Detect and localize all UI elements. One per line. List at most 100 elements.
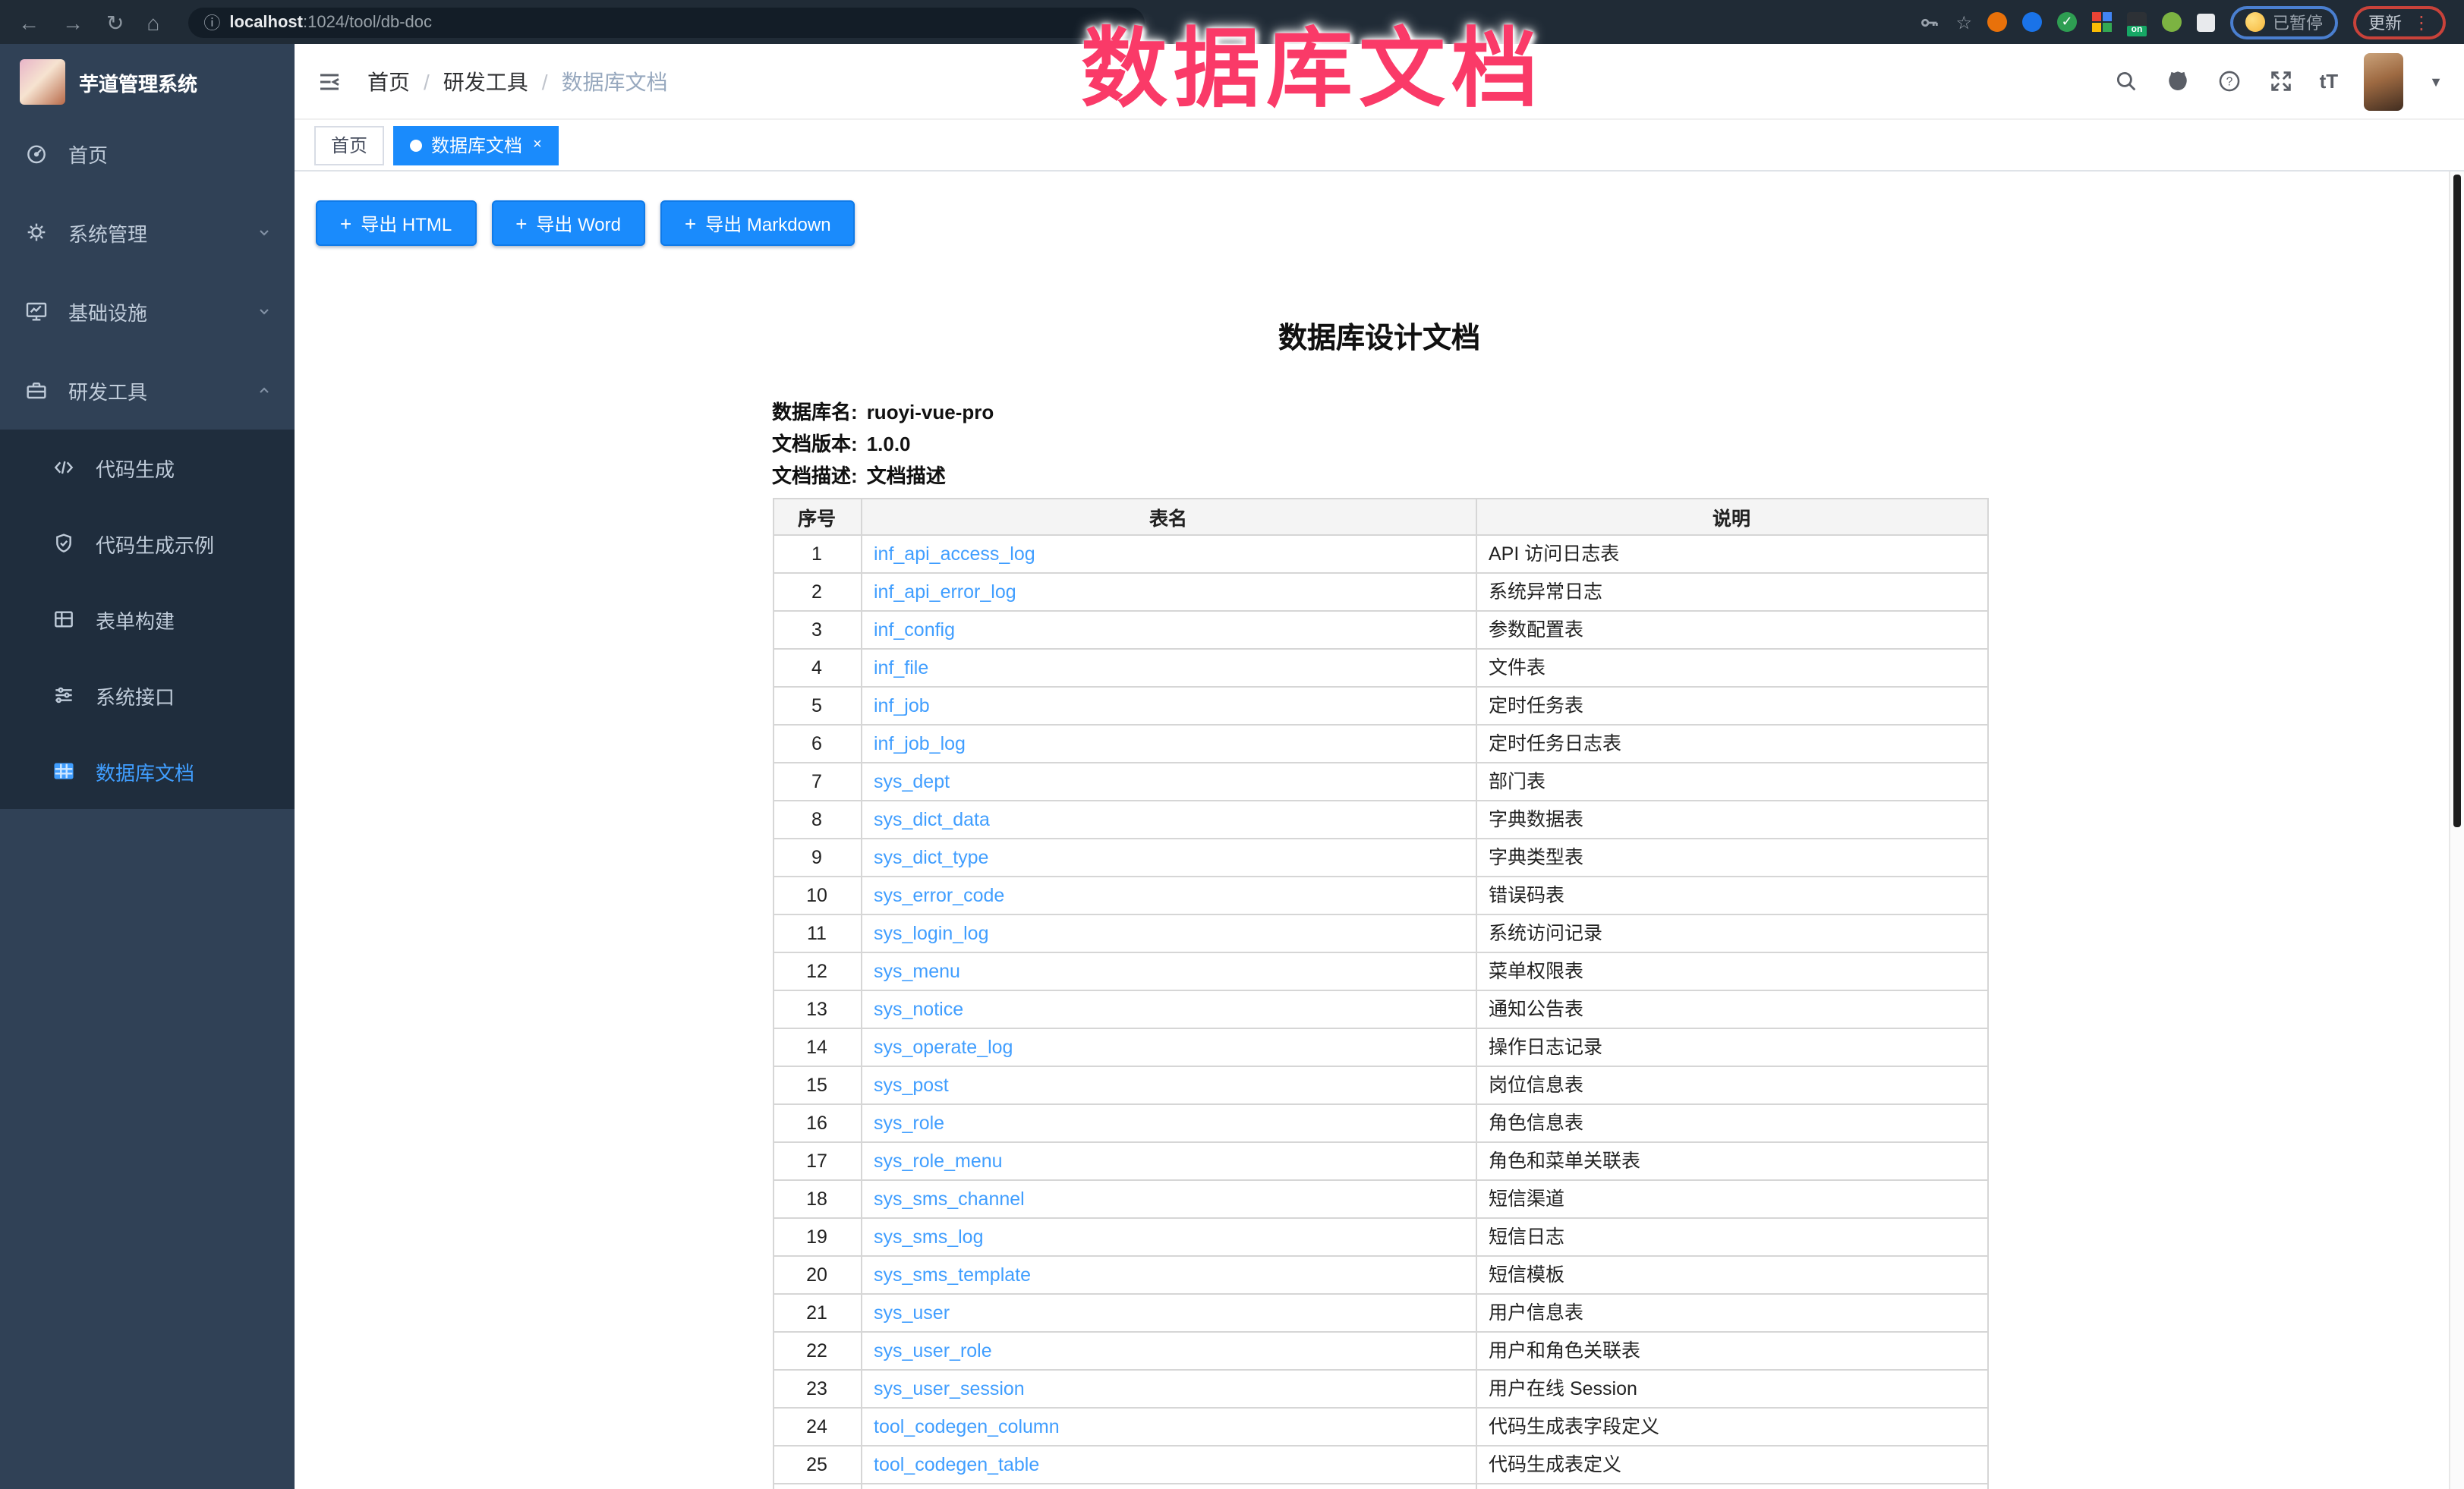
table-link[interactable]: sys_dept	[874, 771, 950, 792]
meta-value: 1.0.0	[867, 428, 911, 460]
browser-update-button[interactable]: 更新 ⋮	[2353, 5, 2446, 39]
browser-reload-button[interactable]: ↻	[106, 11, 124, 33]
table-link[interactable]: inf_config	[874, 619, 955, 641]
github-icon[interactable]	[2165, 68, 2191, 94]
paused-extension-badge[interactable]: 已暂停	[2230, 5, 2338, 39]
sidebar-item-form-builder[interactable]: 表单构建	[0, 581, 295, 657]
page-scrollbar-track[interactable]	[2449, 172, 2464, 1489]
table-link[interactable]: sys_menu	[874, 961, 960, 982]
table-link[interactable]: inf_api_access_log	[874, 543, 1035, 565]
extensions-puzzle-icon[interactable]	[2197, 13, 2215, 31]
table-row: 2inf_api_error_log系统异常日志	[773, 573, 1987, 611]
site-info-icon[interactable]: ⓘ	[203, 10, 220, 34]
sidebar-item-label: 表单构建	[96, 605, 175, 634]
table-header-row: 序号 表名 说明	[773, 499, 1987, 535]
tab-home[interactable]: 首页	[314, 125, 384, 165]
sidebar-fold-icon[interactable]	[316, 68, 343, 95]
doc-meta: 数据库名:ruoyi-vue-pro 文档版本:1.0.0 文档描述:文档描述	[772, 396, 1987, 492]
export-markdown-button[interactable]: + 导出 Markdown	[660, 200, 855, 246]
table-link[interactable]: sys_login_log	[874, 923, 989, 944]
sidebar-item-label: 基础设施	[68, 297, 147, 326]
browser-back-button[interactable]: ←	[18, 11, 39, 33]
table-link[interactable]: inf_job_log	[874, 733, 966, 754]
browser-forward-button[interactable]: →	[62, 11, 83, 33]
table-link[interactable]: sys_error_code	[874, 885, 1004, 906]
sidebar-item-label: 系统管理	[68, 218, 147, 247]
bookmark-star-icon[interactable]: ☆	[1955, 13, 1972, 31]
search-icon[interactable]	[2113, 68, 2139, 94]
sidebar-item-infrastructure[interactable]: 基础设施	[0, 272, 295, 351]
table-link[interactable]: sys_post	[874, 1075, 949, 1096]
font-size-icon[interactable]: tT	[2320, 70, 2339, 93]
breadcrumb-home[interactable]: 首页	[367, 66, 410, 96]
shield-check-icon	[52, 531, 76, 556]
table-row: 19sys_sms_log短信日志	[773, 1218, 1987, 1256]
browser-actions: ☆ ✓ on 已暂停 更新 ⋮	[1919, 5, 2446, 39]
table-link[interactable]: sys_sms_channel	[874, 1188, 1025, 1210]
password-key-icon[interactable]	[1919, 11, 1940, 33]
fullscreen-icon[interactable]	[2268, 68, 2294, 94]
browser-extension-icon[interactable]	[2162, 12, 2182, 32]
table-link[interactable]: sys_operate_log	[874, 1037, 1013, 1058]
sidebar-submenu-dev-tools: 代码生成 代码生成示例 表单构建 系统接口 数据库文档	[0, 430, 295, 809]
sidebar-item-system[interactable]: 系统管理	[0, 193, 295, 272]
table-row: 11sys_login_log系统访问记录	[773, 914, 1987, 952]
browser-extension-icon[interactable]	[2022, 12, 2042, 32]
table-link[interactable]: sys_dict_type	[874, 847, 988, 868]
page-scrollbar-thumb[interactable]	[2453, 175, 2461, 827]
table-link[interactable]: sys_notice	[874, 999, 963, 1020]
table-row: 7sys_dept部门表	[773, 763, 1987, 801]
tab-close-icon[interactable]: ×	[533, 137, 542, 153]
user-avatar[interactable]	[2364, 52, 2403, 110]
svg-text:?: ?	[2226, 76, 2232, 89]
meta-label: 文档版本:	[772, 428, 858, 460]
sidebar-item-codegen-example[interactable]: 代码生成示例	[0, 505, 295, 581]
browser-menu-icon[interactable]: ⋮	[2412, 13, 2431, 31]
table-link[interactable]: sys_dict_data	[874, 809, 990, 830]
url-host: localhost	[229, 13, 303, 31]
table-link[interactable]: inf_api_error_log	[874, 581, 1016, 603]
table-link[interactable]: sys_sms_template	[874, 1264, 1031, 1286]
col-header-name: 表名	[861, 499, 1476, 535]
help-icon[interactable]: ?	[2217, 68, 2242, 94]
table-link[interactable]: tool_codegen_column	[874, 1416, 1060, 1437]
sidebar-item-code-generation[interactable]: 代码生成	[0, 430, 295, 505]
tab-db-doc[interactable]: 数据库文档 ×	[393, 125, 559, 165]
sidebar-item-label: 系统接口	[96, 681, 175, 710]
tab-label: 数据库文档	[431, 132, 522, 158]
table-link[interactable]: sys_user_role	[874, 1340, 992, 1362]
table-link[interactable]: sys_user_session	[874, 1378, 1025, 1399]
breadcrumb-dev-tools[interactable]: 研发工具	[443, 66, 528, 96]
breadcrumb: 首页 / 研发工具 / 数据库文档	[367, 66, 668, 96]
table-link[interactable]: inf_job	[874, 695, 930, 716]
export-html-button[interactable]: + 导出 HTML	[316, 200, 476, 246]
sidebar-item-label: 代码生成示例	[96, 529, 214, 558]
chevron-down-icon	[255, 302, 273, 320]
meta-label: 文档描述:	[772, 460, 858, 492]
browser-extension-icon[interactable]	[2092, 12, 2112, 32]
table-link[interactable]: tool_codegen_table	[874, 1454, 1039, 1475]
main-content: + 导出 HTML + 导出 Word + 导出 Markdown 数据库设计文…	[295, 172, 2464, 1489]
browser-extension-icon[interactable]: ✓	[2057, 12, 2077, 32]
export-toolbar: + 导出 HTML + 导出 Word + 导出 Markdown	[316, 200, 2464, 246]
sidebar-item-system-api[interactable]: 系统接口	[0, 657, 295, 733]
sidebar-item-home[interactable]: 首页	[0, 114, 295, 193]
table-link[interactable]: sys_role_menu	[874, 1151, 1003, 1172]
avatar-caret-down-icon[interactable]: ▼	[2429, 74, 2443, 89]
sidebar-item-dev-tools[interactable]: 研发工具	[0, 351, 295, 430]
sidebar-item-label: 数据库文档	[96, 757, 194, 785]
table-link[interactable]: sys_user	[874, 1302, 950, 1324]
export-word-button[interactable]: + 导出 Word	[491, 200, 645, 246]
sidebar-item-db-doc[interactable]: 数据库文档	[0, 733, 295, 809]
table-link[interactable]: sys_role	[874, 1113, 944, 1134]
browser-extension-icon[interactable]	[1987, 12, 2007, 32]
browser-extension-icon[interactable]: on	[2127, 12, 2147, 32]
table-link[interactable]: sys_sms_log	[874, 1226, 984, 1248]
browser-home-button[interactable]: ⌂	[147, 11, 159, 33]
table-row: 13sys_notice通知公告表	[773, 990, 1987, 1028]
table-link[interactable]: inf_file	[874, 657, 928, 678]
plus-icon: +	[340, 213, 351, 233]
address-bar[interactable]: ⓘ localhost:1024/tool/db-doc	[188, 7, 1145, 37]
app-logo-row: 芋道管理系统	[0, 44, 295, 114]
db-doc-document: 数据库设计文档 数据库名:ruoyi-vue-pro 文档版本:1.0.0 文档…	[772, 316, 1987, 1489]
